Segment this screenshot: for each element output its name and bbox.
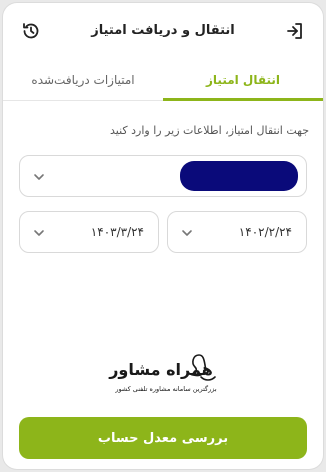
date-to-select[interactable]: ۱۴۰۳/۳/۲۴ — [19, 211, 159, 253]
date-to-value: ۱۴۰۳/۳/۲۴ — [90, 225, 144, 239]
app-frame: انتقال و دریافت امتیاز انتقال امتیاز امت… — [3, 3, 323, 469]
watermark-name: همراه مشاور — [108, 360, 213, 379]
tab-transfer-points[interactable]: انتقال امتیاز — [163, 59, 323, 101]
date-from-value: ۱۴۰۲/۲/۲۴ — [238, 225, 292, 239]
date-from-select[interactable]: ۱۴۰۲/۲/۲۴ — [167, 211, 307, 253]
header: انتقال و دریافت امتیاز — [3, 3, 323, 59]
chevron-down-icon — [182, 230, 192, 236]
tab-received-points[interactable]: امتیازات دریافت‌شده — [3, 59, 163, 100]
chevron-down-icon — [34, 230, 44, 236]
watermark-tagline: بزرگترین سامانه مشاوره تلفنی کشور — [114, 385, 217, 393]
watermark-logo: همراه مشاور بزرگترین سامانه مشاوره تلفنی… — [108, 354, 217, 393]
page-title: انتقال و دریافت امتیاز — [91, 23, 235, 38]
account-select[interactable] — [19, 155, 307, 197]
history-icon[interactable] — [19, 19, 43, 43]
redacted-value — [180, 161, 298, 191]
check-balance-button[interactable]: بررسی معدل حساب — [19, 417, 307, 459]
tab-bar: انتقال امتیاز امتیازات دریافت‌شده — [3, 59, 323, 101]
instruction-text: جهت انتقال امتیاز، اطلاعات زیر را وارد ک… — [110, 124, 309, 137]
chevron-down-icon — [34, 174, 44, 180]
exit-icon[interactable] — [283, 19, 307, 43]
